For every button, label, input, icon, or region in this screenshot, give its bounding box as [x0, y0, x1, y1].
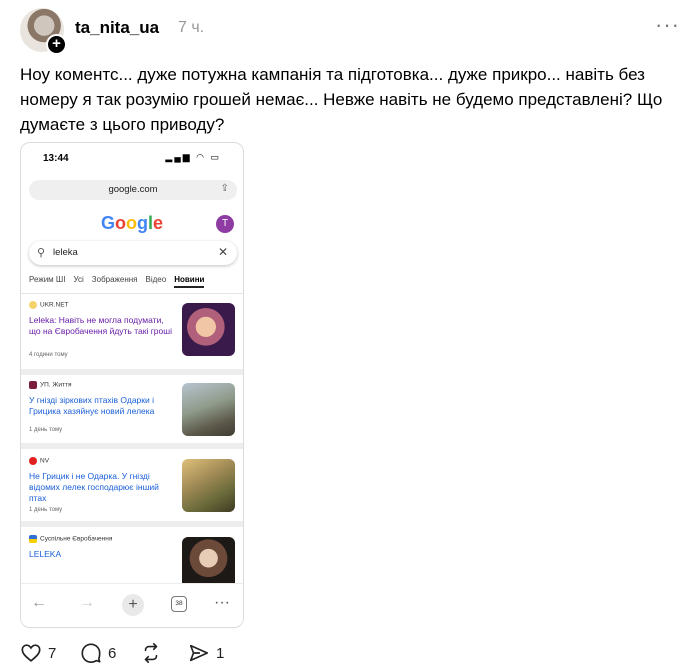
- search-box: ⚲ leleka ✕: [29, 241, 237, 265]
- forward-arrow-icon: →: [79, 594, 95, 611]
- profile-avatar: T: [216, 215, 234, 233]
- divider: [21, 443, 243, 449]
- source-logo-icon: [29, 535, 37, 543]
- source-logo-icon: [29, 301, 37, 309]
- attached-screenshot[interactable]: 13:44 ▂▄▆ ◠ ▭ google.com ⇪ Google T ⚲ le…: [20, 142, 244, 628]
- share-icon: ⇪: [220, 183, 229, 194]
- post-actions: 7 6 1: [20, 642, 320, 666]
- news-source: Суспільне Євробачення: [29, 535, 112, 543]
- source-label: Суспільне Євробачення: [40, 535, 113, 543]
- signal-wifi-battery-icon: ▂▄▆ ◠ ▭: [165, 152, 221, 162]
- comment-count: 6: [108, 644, 117, 662]
- url-text: google.com: [108, 184, 158, 195]
- news-headline: Не Грицик і не Одарка. У гнізді відомих …: [29, 471, 159, 503]
- news-thumbnail: [182, 303, 235, 356]
- news-item: Суспільне Євробачення LELEKA: [21, 535, 243, 590]
- source-label: UKR.NET: [40, 301, 69, 309]
- comment-button[interactable]: 6: [80, 642, 116, 664]
- news-source: УП. Життя: [29, 381, 72, 389]
- like-count: 7: [48, 644, 57, 662]
- heart-icon: [21, 644, 41, 662]
- tabs-count: 38: [171, 596, 187, 612]
- news-thumbnail: [182, 383, 235, 436]
- source-label: УП. Життя: [40, 381, 72, 389]
- news-source: NV: [29, 457, 49, 465]
- news-headline: LELEKA: [29, 549, 62, 559]
- phone-status-bar: 13:44 ▂▄▆ ◠ ▭: [21, 143, 243, 173]
- more-options-icon: ···: [214, 594, 230, 611]
- logo-letter: o: [114, 213, 126, 233]
- search-tabs: Режим ШІ Усі Зображення Відео Новини: [29, 275, 241, 291]
- comment-icon: [81, 643, 101, 663]
- more-options-icon[interactable]: ···: [655, 14, 680, 36]
- news-item: UKR.NET Leleka: Навіть не могла подумати…: [21, 301, 243, 369]
- divider: [21, 521, 243, 527]
- search-icon: ⚲: [37, 247, 46, 259]
- tab-video: Відео: [145, 275, 167, 284]
- browser-toolbar: ← → + 38 ···: [21, 583, 243, 627]
- logo-letter: G: [100, 213, 115, 233]
- source-label: NV: [40, 457, 50, 465]
- logo-letter: e: [153, 213, 164, 233]
- post-time: 7 ч.: [178, 19, 205, 36]
- news-item: УП. Життя У гнізді зіркових птахів Одарк…: [21, 381, 243, 441]
- send-icon: [189, 644, 209, 662]
- post-text: Ноу коментс... дуже потужна кампанія та …: [20, 65, 663, 134]
- logo-letter: o: [125, 213, 137, 233]
- username[interactable]: ta_nita_ua: [75, 18, 159, 38]
- logo-letter: g: [136, 213, 148, 233]
- news-headline: У гнізді зіркових птахів Одарки і Грицик…: [29, 395, 155, 416]
- news-age: 1 день тому: [29, 507, 63, 513]
- source-logo-icon: [29, 381, 37, 389]
- new-tab-plus-icon: +: [122, 594, 144, 616]
- google-logo: Google: [21, 213, 243, 234]
- like-button[interactable]: 7: [20, 642, 56, 664]
- tab-images: Зображення: [91, 275, 138, 284]
- repost-icon: [144, 643, 158, 663]
- close-icon: ✕: [217, 245, 228, 259]
- divider: [21, 293, 243, 294]
- tab-ai-mode: Режим ШІ: [29, 275, 66, 284]
- source-logo-icon: [29, 457, 37, 465]
- share-count: 1: [216, 644, 225, 662]
- news-item: NV Не Грицик і не Одарка. У гнізді відом…: [21, 457, 243, 527]
- repost-button[interactable]: [140, 642, 168, 664]
- post-header: + ta_nita_ua 7 ч. ···: [20, 8, 680, 55]
- url-bar: google.com ⇪: [29, 180, 237, 200]
- divider: [21, 369, 243, 375]
- tab-news: Новини: [174, 275, 205, 288]
- back-arrow-icon: ←: [31, 594, 47, 611]
- follow-plus-icon[interactable]: +: [46, 34, 67, 55]
- news-age: 4 години тому: [29, 352, 68, 358]
- search-value: leleka: [53, 247, 78, 258]
- share-button[interactable]: 1: [188, 642, 224, 664]
- news-age: 1 день тому: [29, 427, 63, 433]
- status-time: 13:44: [43, 153, 69, 164]
- tab-all: Усі: [73, 275, 84, 284]
- news-thumbnail: [182, 459, 235, 512]
- news-headline: Leleka: Навіть не могла подумати, що на …: [29, 315, 172, 336]
- news-source: UKR.NET: [29, 301, 69, 309]
